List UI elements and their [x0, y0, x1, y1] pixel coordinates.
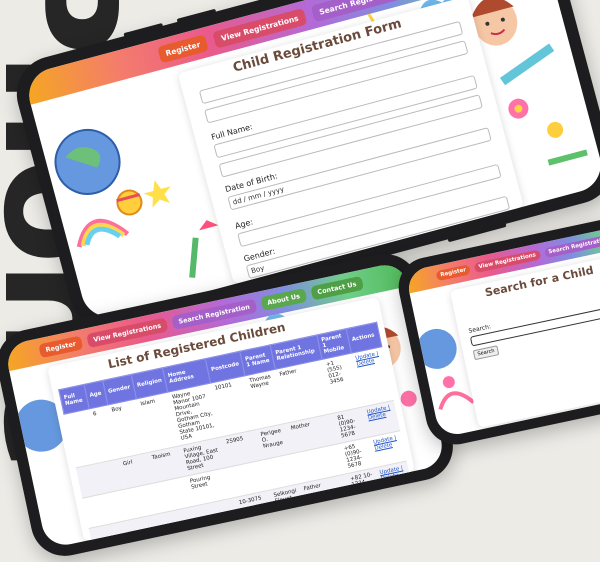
table-cell: Selkongi Elouet — [269, 483, 305, 515]
nav-about-us[interactable]: About Us — [259, 287, 308, 312]
table-cell — [160, 506, 198, 538]
phone-screen: Register View Registrations Search Regis… — [404, 221, 600, 439]
row-actions[interactable]: Update | Delete — [375, 461, 412, 493]
nav-register[interactable]: Register — [38, 335, 84, 359]
nav-register[interactable]: Register — [435, 264, 472, 282]
search-button[interactable]: Search — [472, 345, 500, 361]
phone-body: Register View Registrations Search Regis… — [393, 210, 600, 450]
phone-search: Register View Registrations Search Regis… — [393, 210, 600, 450]
